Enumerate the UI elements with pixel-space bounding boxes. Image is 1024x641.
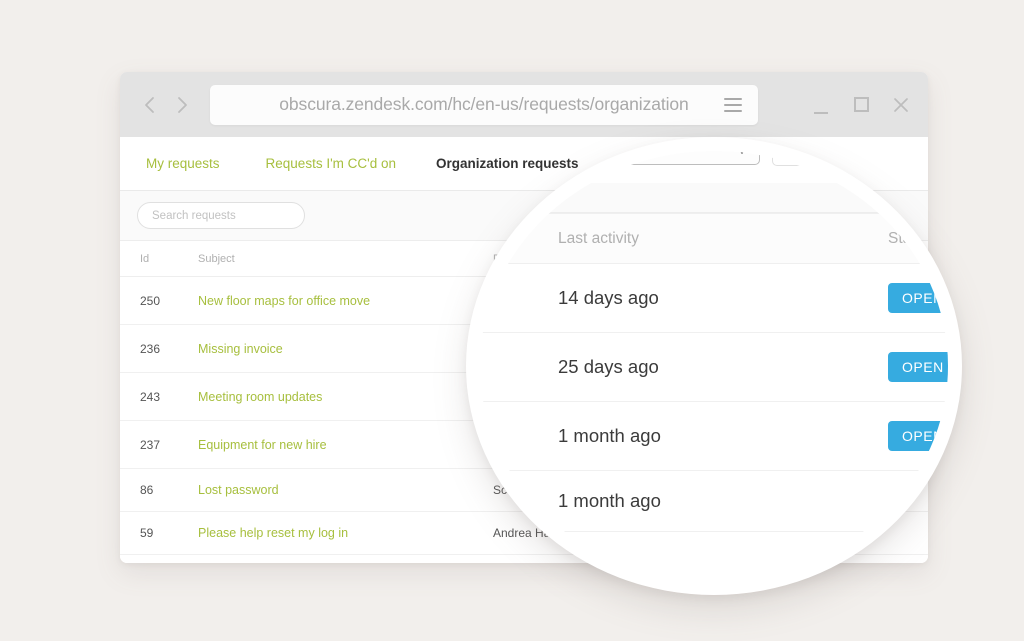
cell-subject: Equipment for new hire: [198, 420, 493, 469]
request-link[interactable]: Equipment for new hire: [198, 438, 327, 452]
minimize-button[interactable]: [812, 96, 830, 114]
chevron-down-icon: [736, 151, 747, 154]
cell-subject: New floor maps for office move: [198, 276, 493, 325]
magnifier-lens: Organization: Acme Inc. Follow La: [466, 137, 962, 595]
request-link[interactable]: Meeting room updates: [198, 390, 322, 404]
cell-last-activity: 14 days ago: [480, 263, 800, 333]
column-header-last-activity[interactable]: Last activity: [480, 213, 800, 264]
browser-toolbar: obscura.zendesk.com/hc/en-us/requests/or…: [120, 72, 928, 137]
window-controls: [782, 96, 910, 114]
maximize-button[interactable]: [852, 96, 870, 114]
close-icon: [894, 97, 908, 112]
request-link[interactable]: New floor maps for office move: [198, 294, 370, 308]
cell-subject: Lost password: [198, 468, 493, 512]
magnified-table-body: 14 days ago OPEN 25 days ago OPEN 1 mont…: [480, 263, 948, 532]
magnified-requests-table: Last activity Status 14 days ago OPEN 25…: [480, 213, 948, 532]
cell-id: 243: [120, 372, 198, 421]
table-row: 1 month ago OPEN: [480, 401, 948, 471]
request-link[interactable]: Lost password: [198, 483, 279, 497]
cell-id: 236: [120, 324, 198, 373]
request-link[interactable]: Please help reset my log in: [198, 526, 348, 540]
cell-id: 59: [120, 511, 198, 555]
table-row: 14 days ago OPEN: [480, 263, 948, 333]
column-header-subject[interactable]: Subject: [198, 241, 493, 277]
organization-select-value: Acme Inc.: [636, 151, 720, 157]
table-row: 1 month ago: [480, 470, 948, 532]
organization-select[interactable]: Acme Inc.: [621, 151, 760, 165]
url-text: obscura.zendesk.com/hc/en-us/requests/or…: [279, 94, 689, 114]
cell-subject: Meeting room updates: [198, 372, 493, 421]
back-button[interactable]: [136, 92, 162, 118]
maximize-icon: [853, 97, 869, 112]
follow-button[interactable]: Follow: [771, 151, 861, 166]
cell-status: OPEN: [800, 401, 948, 471]
close-button[interactable]: [892, 96, 910, 114]
cell-last-activity: 25 days ago: [480, 332, 800, 402]
table-header-row: Last activity Status: [480, 213, 948, 264]
cell-id: 237: [120, 420, 198, 469]
search-input[interactable]: [137, 202, 305, 229]
status-badge: OPEN: [888, 352, 948, 382]
cell-last-activity: 1 month ago: [480, 401, 800, 471]
status-badge: OPEN: [888, 421, 948, 451]
cell-status: [800, 470, 948, 532]
tab-cc-requests[interactable]: Requests I'm CC'd on: [234, 156, 410, 171]
chevron-left-icon: [145, 96, 154, 113]
minimize-icon: [814, 111, 828, 114]
hamburger-menu-icon[interactable]: [724, 97, 742, 112]
chevron-right-icon: [178, 96, 187, 113]
magnified-table-head: Last activity Status: [480, 213, 948, 264]
screenshot-stage: obscura.zendesk.com/hc/en-us/requests/or…: [0, 0, 1024, 641]
navigation-arrows: [136, 92, 196, 118]
organization-label: Organization:: [496, 151, 609, 157]
cell-status: OPEN: [800, 263, 948, 333]
magnifier-viewport: Organization: Acme Inc. Follow La: [480, 151, 948, 581]
tab-my-requests[interactable]: My requests: [132, 156, 234, 171]
request-link[interactable]: Missing invoice: [198, 342, 283, 356]
column-header-status[interactable]: Status: [800, 213, 948, 264]
cell-id: 250: [120, 276, 198, 325]
cell-last-activity: 1 month ago: [480, 470, 800, 532]
magnified-filter-strip: [480, 183, 948, 213]
table-row: 25 days ago OPEN: [480, 332, 948, 402]
cell-subject: Missing invoice: [198, 324, 493, 373]
status-badge: OPEN: [888, 283, 948, 313]
cell-id: 86: [120, 468, 198, 512]
magnified-organization-bar: Organization: Acme Inc. Follow: [480, 151, 948, 183]
column-header-id[interactable]: Id: [120, 241, 198, 277]
stepper-arrows-icon: [736, 151, 747, 154]
cell-subject: Please help reset my log in: [198, 511, 493, 555]
forward-button[interactable]: [170, 92, 196, 118]
magnified-content: Organization: Acme Inc. Follow La: [480, 151, 948, 532]
url-bar[interactable]: obscura.zendesk.com/hc/en-us/requests/or…: [210, 84, 758, 125]
cell-status: OPEN: [800, 332, 948, 402]
